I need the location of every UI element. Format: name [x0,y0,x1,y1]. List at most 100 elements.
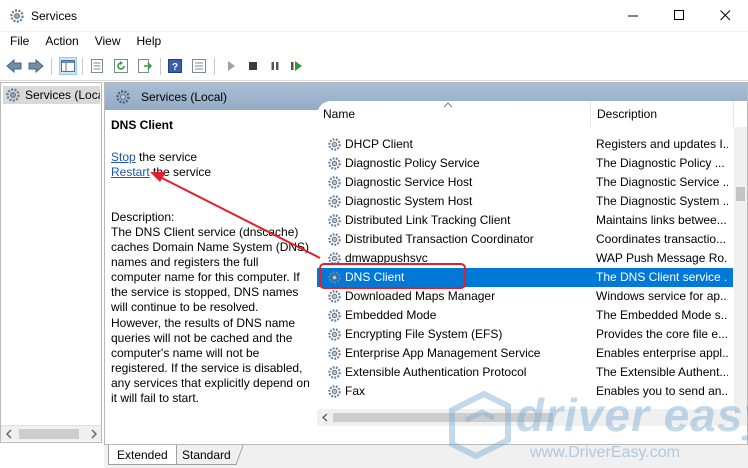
column-header-description[interactable]: Description [591,101,734,127]
export-icon [138,59,152,73]
restart-action-suffix: the service [149,165,212,179]
service-row[interactable]: Enterprise App Management Service Enables… [317,344,733,363]
service-row[interactable]: Encrypting File System (EFS) Provides the… [317,325,733,344]
forward-button[interactable] [27,57,45,75]
refresh-button[interactable] [112,57,130,75]
main-header-title: Services (Local) [141,89,228,104]
restart-icon [291,61,302,71]
service-gear-icon [328,309,341,322]
service-name: Distributed Link Tracking Client [345,213,511,227]
list-vertical-scrollbar[interactable] [734,127,747,426]
tab-standard-label: Standard [182,448,231,462]
service-name: Encrypting File System (EFS) [345,327,503,341]
services-gear-icon [6,88,20,102]
service-description: Provides the core file e... [596,327,728,341]
scroll-thumb[interactable] [736,187,745,201]
column-header-name[interactable]: Name [317,101,591,127]
minimize-icon [627,15,638,17]
start-icon [228,61,235,71]
service-row[interactable]: Diagnostic Policy Service The Diagnostic … [317,154,733,173]
service-row[interactable]: Embedded Mode The Embedded Mode s... [317,306,733,325]
help-icon: ? [168,59,182,73]
tree-horizontal-scrollbar[interactable] [1,425,101,441]
dns-client-highlight-box [319,263,466,289]
service-description: Coordinates transactio... [596,232,727,246]
service-name: Downloaded Maps Manager [345,289,496,303]
scroll-left-icon [6,429,12,439]
scroll-right-icon [91,429,97,439]
service-row[interactable]: Extensible Authentication Protocol The Ex… [317,363,733,382]
help-button[interactable]: ? [166,57,184,75]
scroll-left-icon [321,413,328,422]
service-row[interactable]: Diagnostic Service Host The Diagnostic Se… [317,173,733,192]
service-gear-icon [328,157,341,170]
pause-service-button[interactable] [266,57,284,75]
scroll-thumb[interactable] [19,429,79,439]
service-row[interactable]: DHCP Client Registers and updates I... [317,135,733,154]
list-horizontal-scrollbar[interactable] [317,409,733,426]
refresh-icon [114,59,128,73]
service-description: The Embedded Mode s... [596,308,728,322]
stop-service-link[interactable]: Stop [111,150,136,164]
service-description: The DNS Client service ... [596,270,728,284]
service-row[interactable]: Distributed Transaction Coordinator Coord… [317,230,733,249]
show-tree-icon [61,60,75,72]
tab-extended[interactable]: Extended [108,445,177,465]
start-service-button[interactable] [222,57,240,75]
view-tabs: Extended Standard [104,445,748,468]
menu-action[interactable]: Action [45,32,78,52]
toolbar: ? [0,52,748,81]
tree-node-services-local[interactable]: Services (Loca [3,86,100,104]
service-name: DHCP Client [345,137,413,151]
menu-help[interactable]: Help [137,32,162,52]
service-gear-icon [328,214,341,227]
service-row[interactable]: Distributed Link Tracking Client Maintain… [317,211,733,230]
service-gear-icon [328,366,341,379]
pause-icon [271,62,279,70]
toolbar-separator [51,58,52,75]
column-header-name-label: Name [323,107,356,121]
service-gear-icon [328,328,341,341]
restart-service-button[interactable] [288,57,306,75]
tab-standard[interactable]: Standard [170,445,244,465]
svg-text:?: ? [172,62,178,73]
scroll-thumb[interactable] [333,413,553,422]
menu-view[interactable]: View [95,32,121,52]
properties-button[interactable] [88,57,106,75]
restart-service-link[interactable]: Restart [111,165,150,179]
close-button[interactable] [702,0,748,31]
stop-service-button[interactable] [244,57,262,75]
service-gear-icon [328,176,341,189]
minimize-button[interactable] [610,0,656,31]
back-button[interactable] [5,57,23,75]
service-detail-panel: DNS Client Stop the service Restart the … [105,110,311,420]
service-name: Diagnostic Policy Service [345,156,480,170]
service-gear-icon [328,290,341,303]
selected-service-name: DNS Client [111,118,174,132]
tree-node-label: Services (Loca [25,88,100,102]
tree-pane: Services (Loca [0,82,102,443]
service-description: WAP Push Message Ro... [596,251,728,265]
maximize-icon [673,10,684,20]
show-tree-button[interactable] [59,57,77,75]
menu-file[interactable]: File [10,32,29,52]
export-button[interactable] [136,57,154,75]
maximize-button[interactable] [656,0,702,31]
view-icon [192,59,206,73]
service-gear-icon [328,138,341,151]
column-header-description-label: Description [597,107,658,121]
service-row[interactable]: Downloaded Maps Manager Windows service f… [317,287,733,306]
service-name: Enterprise App Management Service [345,346,541,360]
service-row[interactable]: Fax Enables you to send an... [317,382,733,401]
view-button[interactable] [190,57,208,75]
service-row[interactable]: Diagnostic System Host The Diagnostic Sys… [317,192,733,211]
service-gear-icon [328,347,341,360]
tab-extended-label: Extended [117,448,168,462]
service-description: The Diagnostic Policy ... [596,156,725,170]
title-bar: Services [0,0,748,32]
service-description: The Extensible Authent... [596,365,728,379]
stop-icon [249,62,257,70]
service-description: The DNS Client service (dnscache) caches… [111,225,310,406]
service-gear-icon [328,195,341,208]
service-name: Extensible Authentication Protocol [345,365,527,379]
